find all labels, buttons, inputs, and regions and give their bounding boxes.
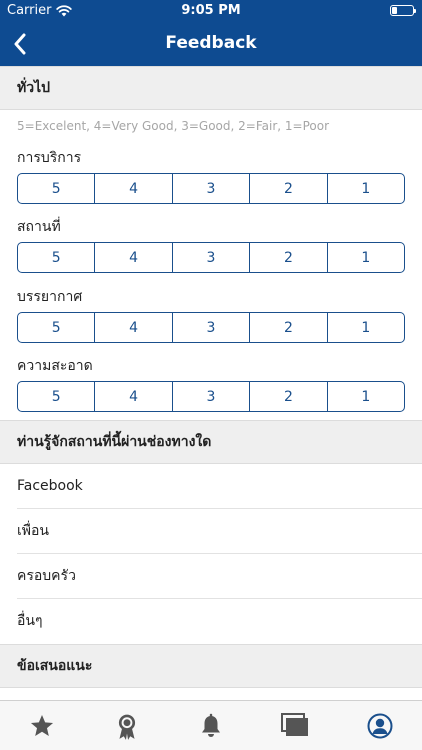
channel-option-label: Facebook: [17, 478, 83, 494]
tab-gallery[interactable]: [253, 701, 337, 750]
rating-control-atmosphere: 5 4 3 2 1: [17, 312, 405, 343]
channel-option-label: เพื่อน: [17, 523, 49, 539]
rating-option-5[interactable]: 5: [18, 313, 94, 342]
stacked-cards-icon: [281, 713, 309, 736]
rating-option-2[interactable]: 2: [249, 313, 326, 342]
star-icon: [31, 714, 54, 736]
rating-option-3[interactable]: 3: [171, 382, 249, 411]
channel-option-friend[interactable]: เพื่อน: [0, 509, 422, 554]
award-ribbon-icon: [118, 714, 135, 740]
channel-option-facebook[interactable]: Facebook: [0, 464, 422, 509]
profile-icon: [367, 713, 393, 739]
rating-option-3[interactable]: 3: [171, 243, 249, 272]
rating-option-4[interactable]: 4: [94, 243, 171, 272]
section-header-suggestion: ข้อเสนอแนะ: [0, 644, 422, 688]
rating-option-4[interactable]: 4: [94, 174, 171, 203]
rating-option-1[interactable]: 1: [326, 174, 404, 203]
rating-option-5[interactable]: 5: [18, 174, 94, 203]
rating-option-2[interactable]: 2: [249, 382, 326, 411]
question-label-service: การบริการ: [17, 150, 82, 166]
tab-rewards[interactable]: [84, 701, 168, 750]
channel-option-family[interactable]: ครอบครัว: [0, 554, 422, 599]
rating-control-venue: 5 4 3 2 1: [17, 242, 405, 273]
rating-option-1[interactable]: 1: [326, 382, 404, 411]
tab-profile[interactable]: [338, 701, 422, 750]
rating-option-2[interactable]: 2: [249, 174, 326, 203]
rating-control-service: 5 4 3 2 1: [17, 173, 405, 204]
tab-notifications[interactable]: [169, 701, 253, 750]
rating-option-4[interactable]: 4: [94, 313, 171, 342]
rating-option-4[interactable]: 4: [94, 382, 171, 411]
rating-option-1[interactable]: 1: [326, 243, 404, 272]
rating-option-1[interactable]: 1: [326, 313, 404, 342]
section-header-channel: ท่านรู้จักสถานที่นี้ผ่านช่องทางใด: [0, 420, 422, 464]
question-label-venue: สถานที่: [17, 219, 61, 235]
status-bar: Carrier 9:05 PM: [0, 0, 422, 22]
chevron-left-icon: [14, 33, 26, 55]
section-header-general: ทั่วไป: [0, 66, 422, 110]
rating-option-3[interactable]: 3: [171, 313, 249, 342]
page-title: Feedback: [165, 33, 257, 53]
back-button[interactable]: [4, 28, 36, 60]
channel-option-other[interactable]: อื่นๆ: [0, 599, 422, 644]
rating-option-3[interactable]: 3: [171, 174, 249, 203]
battery-icon: [390, 5, 416, 16]
header: Carrier 9:05 PM Feedback: [0, 0, 422, 66]
navigation-bar: Feedback: [0, 22, 422, 66]
rating-option-5[interactable]: 5: [18, 243, 94, 272]
question-label-atmosphere: บรรยากาศ: [17, 289, 83, 305]
channel-option-label: ครอบครัว: [17, 568, 76, 584]
tab-favorites[interactable]: [0, 701, 84, 750]
rating-legend: 5=Excelent, 4=Very Good, 3=Good, 2=Fair,…: [17, 119, 329, 133]
channel-option-label: อื่นๆ: [17, 613, 43, 629]
battery-level: [392, 7, 397, 14]
bell-icon: [202, 713, 221, 737]
tab-bar: [0, 700, 422, 750]
rating-option-5[interactable]: 5: [18, 382, 94, 411]
rating-control-cleanliness: 5 4 3 2 1: [17, 381, 405, 412]
clock: 9:05 PM: [181, 3, 241, 18]
question-label-cleanliness: ความสะอาด: [17, 358, 93, 374]
rating-option-2[interactable]: 2: [249, 243, 326, 272]
